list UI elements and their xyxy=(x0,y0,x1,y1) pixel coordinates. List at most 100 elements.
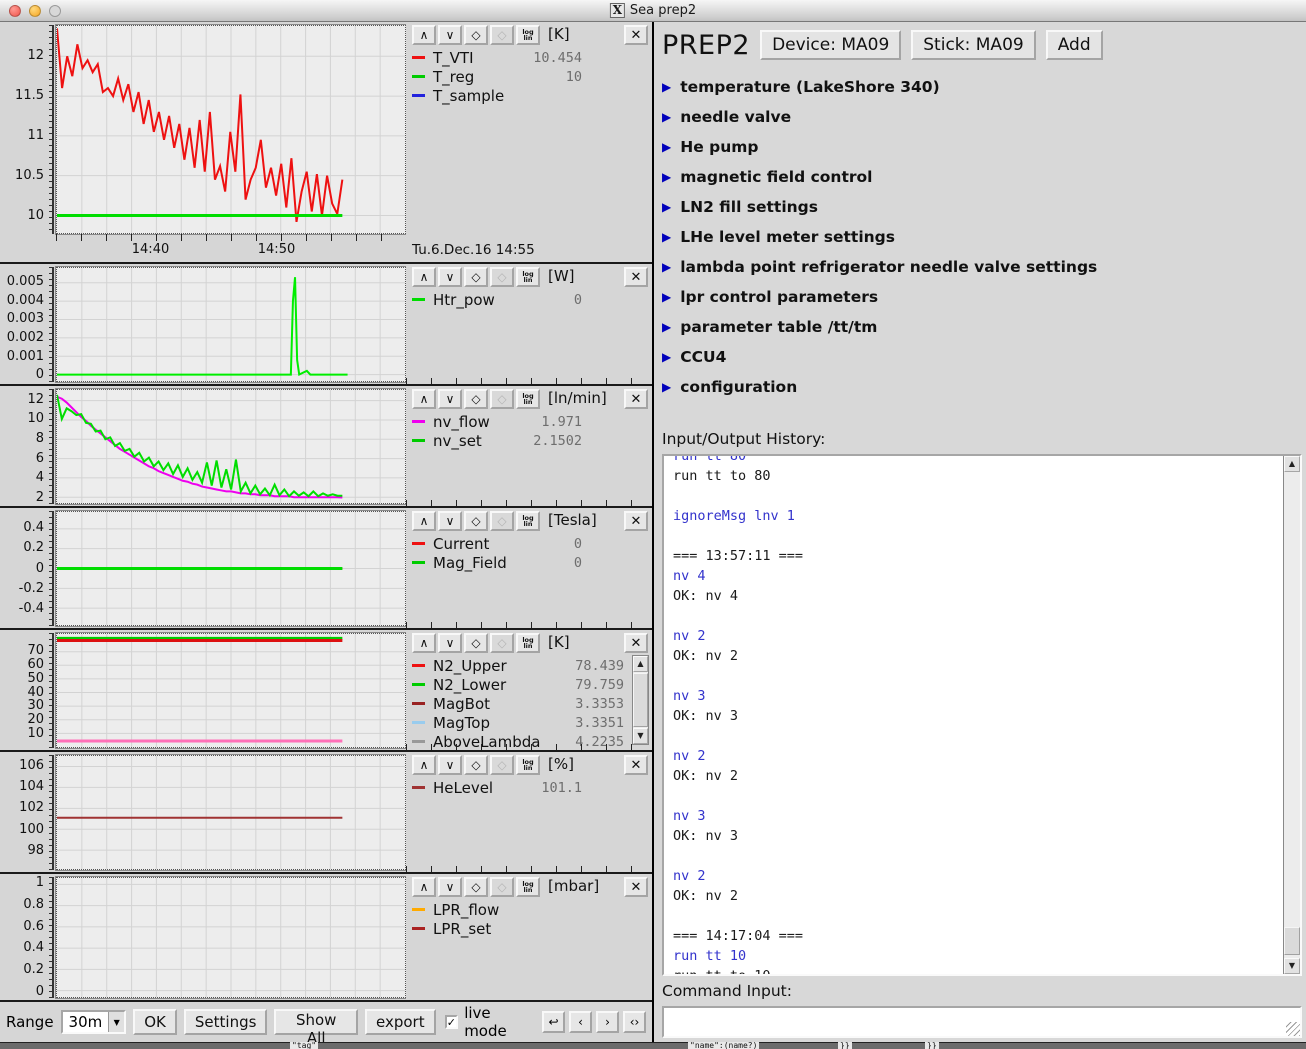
stick-button[interactable]: Stick: MA09 xyxy=(911,30,1035,60)
export-button[interactable]: export xyxy=(365,1009,436,1035)
zoom-out-full-button[interactable]: ◇ xyxy=(464,25,488,45)
scroll-down-button[interactable]: ∨ xyxy=(438,267,462,287)
add-button[interactable]: Add xyxy=(1046,30,1103,60)
close-chart-button[interactable]: ✕ xyxy=(624,25,648,45)
show-all-button[interactable]: Show All xyxy=(274,1009,358,1035)
live-mode-toggle[interactable]: ✓ live mode xyxy=(445,1004,535,1040)
y-axis: 0.0050.0040.0030.0020.0010 xyxy=(0,267,56,382)
tree-expand-arrow-icon[interactable]: ▶ xyxy=(662,200,671,214)
tree-expand-arrow-icon[interactable]: ▶ xyxy=(662,350,671,364)
tree-expand-arrow-icon[interactable]: ▶ xyxy=(662,170,671,184)
tree-item-magnetic-field-control[interactable]: ▶magnetic field control xyxy=(662,162,1302,192)
tree-item-lambda-point-refrigerator-needle-valve-settings[interactable]: ▶lambda point refrigerator needle valve … xyxy=(662,252,1302,282)
settings-button[interactable]: Settings xyxy=(184,1009,268,1035)
scroll-up-button[interactable]: ∧ xyxy=(412,877,436,897)
tree-item-lhe-level-meter-settings[interactable]: ▶LHe level meter settings xyxy=(662,222,1302,252)
tree-item-configuration[interactable]: ▶configuration xyxy=(662,372,1302,402)
tree-item-lpr-control-parameters[interactable]: ▶lpr control parameters xyxy=(662,282,1302,312)
scroll-up-button[interactable]: ∧ xyxy=(412,267,436,287)
close-chart-button[interactable]: ✕ xyxy=(624,877,648,897)
io-history-box[interactable]: run tt 80run tt to 80 ignoreMsg lnv 1 ==… xyxy=(662,454,1302,976)
plot-area[interactable] xyxy=(56,389,406,504)
command-input[interactable] xyxy=(664,1008,1300,1036)
window-close-icon[interactable] xyxy=(9,5,21,17)
close-chart-button[interactable]: ✕ xyxy=(624,267,648,287)
tree-expand-arrow-icon[interactable]: ▶ xyxy=(662,290,671,304)
close-chart-button[interactable]: ✕ xyxy=(624,511,648,531)
tree-item-ln2-fill-settings[interactable]: ▶LN2 fill settings xyxy=(662,192,1302,222)
window-zoom-icon[interactable] xyxy=(49,5,61,17)
log-lin-toggle-button[interactable]: log lin xyxy=(516,755,540,775)
pan-left-button[interactable]: ‹ xyxy=(569,1011,592,1033)
legend-toolbar: ∧∨◇◇log lin[K]✕ xyxy=(412,633,648,653)
scroll-up-arrow-icon[interactable]: ▲ xyxy=(1284,456,1300,472)
series-value: 0 xyxy=(574,536,582,552)
close-chart-button[interactable]: ✕ xyxy=(624,755,648,775)
scroll-up-button[interactable]: ∧ xyxy=(412,25,436,45)
checkbox-checked-icon[interactable]: ✓ xyxy=(445,1015,459,1029)
zoom-out-full-button[interactable]: ◇ xyxy=(464,877,488,897)
scroll-down-arrow-icon[interactable]: ▼ xyxy=(633,728,648,744)
scroll-up-button[interactable]: ∧ xyxy=(412,633,436,653)
window-minimize-icon[interactable] xyxy=(29,5,41,17)
tree-item-ccu4[interactable]: ▶CCU4 xyxy=(662,342,1302,372)
plot-area[interactable] xyxy=(56,633,406,748)
ok-button[interactable]: OK xyxy=(133,1009,177,1035)
tree-expand-arrow-icon[interactable]: ▶ xyxy=(662,260,671,274)
io-history-scrollbar[interactable]: ▲ ▼ xyxy=(1283,456,1300,974)
tree-item-he-pump[interactable]: ▶He pump xyxy=(662,132,1302,162)
tree-expand-arrow-icon[interactable]: ▶ xyxy=(662,380,671,394)
tree-expand-arrow-icon[interactable]: ▶ xyxy=(662,80,671,94)
scroll-up-button[interactable]: ∧ xyxy=(412,389,436,409)
log-lin-toggle-button[interactable]: log lin xyxy=(516,389,540,409)
plot-area[interactable] xyxy=(56,511,406,626)
log-lin-toggle-button[interactable]: log lin xyxy=(516,633,540,653)
jump-latest-button[interactable]: ↩ xyxy=(542,1011,565,1033)
series-nv_flow xyxy=(57,397,342,498)
pan-right-button[interactable]: › xyxy=(596,1011,619,1033)
range-dropdown[interactable]: 30m ▼ xyxy=(61,1010,127,1034)
scroll-down-button[interactable]: ∨ xyxy=(438,633,462,653)
tree-item-temperature-lakeshore-340[interactable]: ▶temperature (LakeShore 340) xyxy=(662,72,1302,102)
zoom-out-full-button[interactable]: ◇ xyxy=(464,633,488,653)
scroll-down-arrow-icon[interactable]: ▼ xyxy=(1284,958,1300,974)
tree-expand-arrow-icon[interactable]: ▶ xyxy=(662,230,671,244)
tree-item-parameter-table-tt-tm[interactable]: ▶parameter table /tt/tm xyxy=(662,312,1302,342)
log-lin-toggle-button[interactable]: log lin xyxy=(516,25,540,45)
scroll-up-arrow-icon[interactable]: ▲ xyxy=(633,656,648,672)
plot-area[interactable] xyxy=(56,25,406,234)
scrollbar-thumb[interactable] xyxy=(633,673,648,727)
tree-expand-arrow-icon[interactable]: ▶ xyxy=(662,110,671,124)
y-tick-label: 8 xyxy=(36,431,44,446)
log-lin-toggle-button[interactable]: log lin xyxy=(516,267,540,287)
scroll-down-button[interactable]: ∨ xyxy=(438,389,462,409)
tree-expand-arrow-icon[interactable]: ▶ xyxy=(662,320,671,334)
scroll-down-button[interactable]: ∨ xyxy=(438,25,462,45)
log-lin-toggle-button[interactable]: log lin xyxy=(516,877,540,897)
device-button[interactable]: Device: MA09 xyxy=(760,30,901,60)
zoom-out-full-button[interactable]: ◇ xyxy=(464,267,488,287)
scrollbar-thumb[interactable] xyxy=(1284,927,1300,955)
chevron-down-icon[interactable]: ▼ xyxy=(108,1012,124,1032)
scroll-down-button[interactable]: ∨ xyxy=(438,755,462,775)
legend-scrollbar[interactable]: ▲▼ xyxy=(632,655,649,745)
scroll-up-button[interactable]: ∧ xyxy=(412,511,436,531)
expand-range-button[interactable]: ‹› xyxy=(623,1011,646,1033)
plot-area[interactable] xyxy=(56,877,406,998)
log-lin-toggle-button[interactable]: log lin xyxy=(516,511,540,531)
zoom-out-full-button[interactable]: ◇ xyxy=(464,755,488,775)
scroll-up-button[interactable]: ∧ xyxy=(412,755,436,775)
scroll-down-button[interactable]: ∨ xyxy=(438,877,462,897)
window-titlebar: X Sea prep2 xyxy=(0,0,1306,22)
unit-label: [K] xyxy=(548,25,570,43)
plot-area[interactable] xyxy=(56,267,406,382)
close-chart-button[interactable]: ✕ xyxy=(624,633,648,653)
close-chart-button[interactable]: ✕ xyxy=(624,389,648,409)
tree-item-needle-valve[interactable]: ▶needle valve xyxy=(662,102,1302,132)
zoom-out-full-button[interactable]: ◇ xyxy=(464,511,488,531)
resize-grip-icon[interactable] xyxy=(1286,1022,1300,1036)
zoom-out-full-button[interactable]: ◇ xyxy=(464,389,488,409)
tree-expand-arrow-icon[interactable]: ▶ xyxy=(662,140,671,154)
scroll-down-button[interactable]: ∨ xyxy=(438,511,462,531)
plot-area[interactable] xyxy=(56,755,406,870)
